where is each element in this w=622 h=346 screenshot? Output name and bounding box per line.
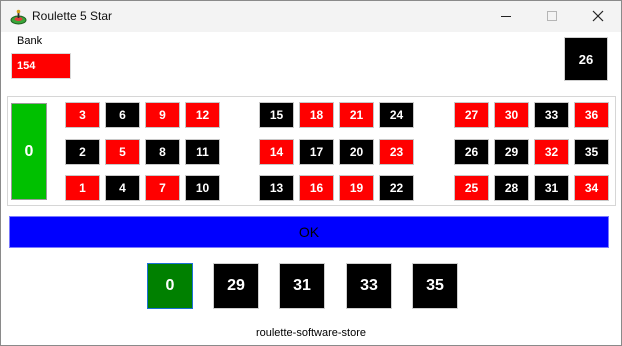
close-button[interactable] <box>575 1 621 32</box>
number-cell-22[interactable]: 22 <box>379 175 414 201</box>
history-result: 35 <box>412 263 458 309</box>
number-cell-36[interactable]: 36 <box>574 102 609 128</box>
number-cell-25[interactable]: 25 <box>454 175 489 201</box>
number-cell-0[interactable]: 0 <box>11 103 47 200</box>
number-cell-31[interactable]: 31 <box>534 175 569 201</box>
number-cell-8[interactable]: 8 <box>145 139 180 165</box>
number-cell-1[interactable]: 1 <box>65 175 100 201</box>
number-cell-3[interactable]: 3 <box>65 102 100 128</box>
number-cell-24[interactable]: 24 <box>379 102 414 128</box>
history-result: 31 <box>279 263 325 309</box>
number-cell-34[interactable]: 34 <box>574 175 609 201</box>
number-cell-18[interactable]: 18 <box>299 102 334 128</box>
roulette-app-icon <box>10 9 27 25</box>
number-cell-10[interactable]: 10 <box>185 175 220 201</box>
close-icon <box>592 7 604 26</box>
maximize-icon <box>546 7 558 26</box>
number-cell-16[interactable]: 16 <box>299 175 334 201</box>
number-cell-4[interactable]: 4 <box>105 175 140 201</box>
app-window: Roulette 5 Star Bank 154 26 0 3 6 9 12 15 18 2… <box>0 0 622 346</box>
window-title: Roulette 5 Star <box>32 9 113 23</box>
number-cell-27[interactable]: 27 <box>454 102 489 128</box>
number-cell-23[interactable]: 23 <box>379 139 414 165</box>
number-cell-9[interactable]: 9 <box>145 102 180 128</box>
number-cell-12[interactable]: 12 <box>185 102 220 128</box>
bank-label: Bank <box>17 35 43 47</box>
number-cell-15[interactable]: 15 <box>259 102 294 128</box>
number-cell-21[interactable]: 21 <box>339 102 374 128</box>
number-cell-5[interactable]: 5 <box>105 139 140 165</box>
number-cell-29[interactable]: 29 <box>494 139 529 165</box>
number-cell-11[interactable]: 11 <box>185 139 220 165</box>
number-cell-30[interactable]: 30 <box>494 102 529 128</box>
title-bar[interactable]: Roulette 5 Star <box>1 1 621 32</box>
last-result-display: 26 <box>564 37 608 81</box>
number-cell-32[interactable]: 32 <box>534 139 569 165</box>
number-cell-17[interactable]: 17 <box>299 139 334 165</box>
number-cell-35[interactable]: 35 <box>574 139 609 165</box>
number-cell-13[interactable]: 13 <box>259 175 294 201</box>
history-result: 33 <box>346 263 392 309</box>
number-cell-19[interactable]: 19 <box>339 175 374 201</box>
number-cell-2[interactable]: 2 <box>65 139 100 165</box>
number-cell-14[interactable]: 14 <box>259 139 294 165</box>
number-cell-26[interactable]: 26 <box>454 139 489 165</box>
bank-balance: 154 <box>10 52 72 80</box>
number-cell-7[interactable]: 7 <box>145 175 180 201</box>
number-cell-28[interactable]: 28 <box>494 175 529 201</box>
history-result: 29 <box>213 263 259 309</box>
number-cell-33[interactable]: 33 <box>534 102 569 128</box>
history-result: 0 <box>147 263 193 309</box>
maximize-button[interactable] <box>529 1 575 32</box>
footer-brand: roulette-software-store <box>255 327 367 339</box>
minimize-button[interactable] <box>483 1 529 32</box>
minimize-icon <box>500 7 512 26</box>
ok-button[interactable]: OK <box>9 216 609 248</box>
number-cell-6[interactable]: 6 <box>105 102 140 128</box>
number-cell-20[interactable]: 20 <box>339 139 374 165</box>
